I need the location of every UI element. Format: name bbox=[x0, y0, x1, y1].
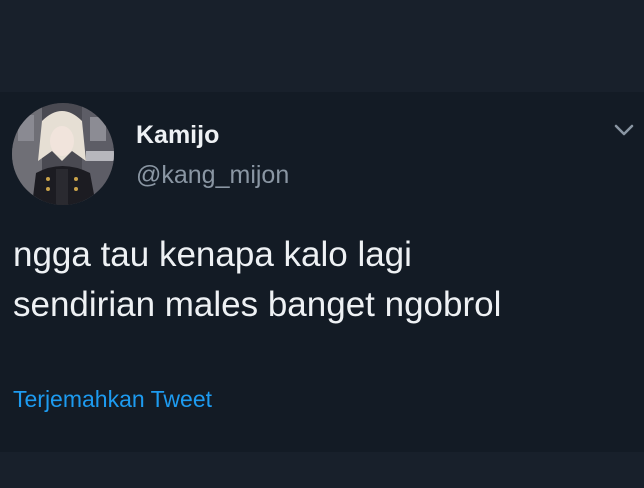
translate-tweet-link[interactable]: Terjemahkan Tweet bbox=[13, 386, 212, 413]
user-handle[interactable]: @kang_mijon bbox=[136, 161, 289, 190]
display-name[interactable]: Kamijo bbox=[136, 121, 219, 150]
tweet-text-line: ngga tau kenapa kalo lagi bbox=[13, 235, 412, 274]
top-background bbox=[0, 0, 644, 92]
tweet-text: ngga tau kenapa kalo lagi sendirian male… bbox=[13, 230, 613, 330]
avatar[interactable] bbox=[12, 103, 114, 205]
tweet-text-line: sendirian males banget ngobrol bbox=[13, 285, 502, 324]
avatar-photo-icon bbox=[12, 103, 114, 205]
chevron-down-icon bbox=[614, 124, 634, 136]
bottom-background bbox=[0, 452, 644, 488]
tweet-menu-button[interactable] bbox=[612, 120, 636, 140]
